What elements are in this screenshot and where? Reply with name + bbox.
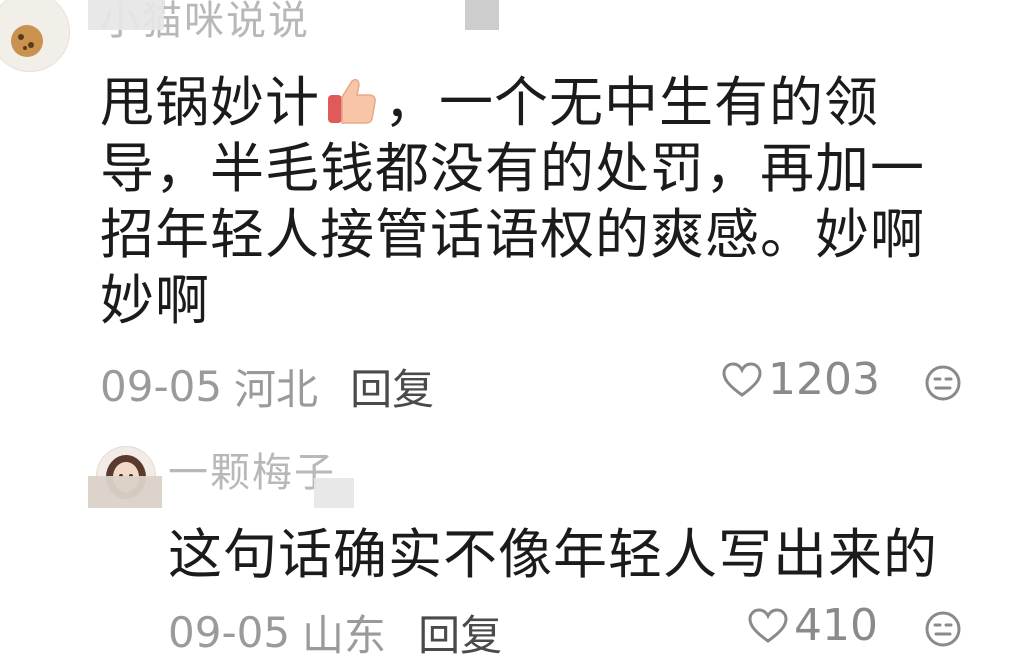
username[interactable]: 一颗梅子 (168, 440, 336, 498)
heart-outline-icon (722, 361, 762, 397)
like-count: 1203 (768, 354, 880, 405)
thumbs-up-emoji-icon (328, 78, 376, 124)
privacy-blur (88, 476, 162, 508)
like-count: 410 (794, 600, 878, 651)
comment-meta: 09-05 山东 回复 (168, 602, 502, 663)
comment-text-before-emoji: 甩锅妙计 (100, 71, 320, 134)
privacy-blur (88, 0, 164, 30)
reaction-button[interactable] (924, 364, 962, 406)
comment-date: 09-05 (168, 608, 291, 657)
avatar[interactable] (0, 0, 70, 72)
reaction-button[interactable] (924, 610, 962, 652)
comment-location: 河北 (234, 365, 319, 414)
like-button[interactable]: 410 (748, 600, 878, 651)
avatar-cookie-icon (11, 25, 43, 57)
comment-location: 山东 (302, 611, 387, 660)
neutral-face-icon (925, 611, 961, 647)
comment-meta: 09-05 河北 回复 (100, 356, 434, 417)
privacy-blur (314, 478, 354, 508)
privacy-blur (465, 0, 499, 30)
neutral-face-icon (925, 365, 961, 401)
reply-button[interactable]: 回复 (350, 356, 434, 417)
comment-body: 这句话确实不像年轻人写出来的 (168, 523, 938, 586)
comment-date: 09-05 (100, 362, 223, 411)
reply-button[interactable]: 回复 (418, 602, 502, 663)
heart-outline-icon (748, 607, 788, 643)
like-button[interactable]: 1203 (722, 354, 880, 405)
comment-body: 甩锅妙计 ，一个无中生有的领导，半毛钱都没有的处罚，再加一招年轻人接管话语权的爽… (100, 70, 960, 334)
